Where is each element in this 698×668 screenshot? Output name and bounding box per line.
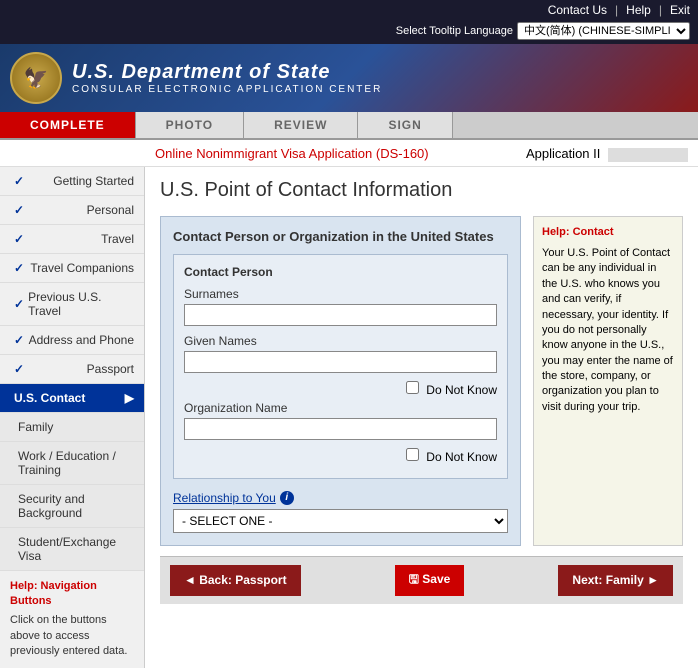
- site-header: 🦅 U.S. Department of State CONSULAR ELEC…: [0, 44, 698, 112]
- form-section-title: Contact Person or Organization in the Un…: [173, 229, 508, 244]
- sidebar-check-prev-travel: ✓: [14, 297, 24, 311]
- main-content: U.S. Point of Contact Information Contac…: [145, 167, 698, 668]
- given-names-label: Given Names: [184, 334, 497, 348]
- sidebar-check-travel-companions: ✓: [14, 261, 24, 275]
- surnames-label: Surnames: [184, 287, 497, 301]
- contact-person-title: Contact Person: [184, 265, 497, 279]
- bottom-nav: ◄ Back: Passport 🖫 Save Next: Family ►: [160, 556, 683, 604]
- do-not-know-row-1: Do Not Know: [184, 381, 497, 397]
- arrow-icon: ▶: [125, 391, 134, 405]
- sub-name: CONSULAR ELECTRONIC APPLICATION CENTER: [72, 84, 382, 95]
- help-box: Help: Contact Your U.S. Point of Contact…: [533, 216, 683, 546]
- sidebar: ✓ Getting Started ✓ Personal ✓ Travel ✓ …: [0, 167, 145, 668]
- app-title: Online Nonimmigrant Visa Application (DS…: [155, 146, 429, 161]
- org-name-input[interactable]: [184, 418, 497, 440]
- help-box-text: Your U.S. Point of Contact can be any in…: [542, 246, 674, 415]
- given-names-field-group: Given Names: [184, 334, 497, 373]
- help-box-title: Help: Contact: [542, 225, 674, 240]
- dept-name: U.S. Department of State: [72, 61, 382, 84]
- sidebar-item-us-contact[interactable]: U.S. Contact ▶: [0, 384, 144, 413]
- contact-us-link[interactable]: Contact Us: [548, 3, 607, 17]
- language-select[interactable]: 中文(简体) (CHINESE-SIMPLI: [517, 22, 690, 40]
- language-label: Select Tooltip Language: [396, 25, 513, 37]
- top-bar: Contact Us | Help | Exit: [0, 0, 698, 20]
- main-layout: ✓ Getting Started ✓ Personal ✓ Travel ✓ …: [0, 167, 698, 668]
- sidebar-item-work-education[interactable]: Work / Education / Training: [0, 442, 144, 485]
- separator-1: |: [615, 3, 618, 17]
- tab-sign[interactable]: SIGN: [358, 112, 452, 138]
- seal-icon: 🦅: [10, 52, 62, 104]
- sidebar-item-personal[interactable]: ✓ Personal: [0, 196, 144, 225]
- sidebar-item-student[interactable]: Student/Exchange Visa: [0, 528, 144, 571]
- app-id: Application II: [526, 146, 688, 162]
- org-name-label: Organization Name: [184, 401, 497, 415]
- app-id-value: [608, 148, 688, 162]
- given-names-input[interactable]: [184, 351, 497, 373]
- form-section: Contact Person or Organization in the Un…: [160, 216, 521, 546]
- sidebar-item-travel[interactable]: ✓ Travel: [0, 225, 144, 254]
- sidebar-item-family[interactable]: Family: [0, 413, 144, 442]
- do-not-know-label-2[interactable]: Do Not Know: [406, 450, 497, 464]
- sidebar-item-address[interactable]: ✓ Address and Phone: [0, 326, 144, 355]
- do-not-know-label-1[interactable]: Do Not Know: [406, 383, 497, 397]
- next-button[interactable]: Next: Family ►: [558, 565, 673, 596]
- sidebar-help: Help: Navigation Buttons Click on the bu…: [0, 571, 144, 668]
- separator-2: |: [659, 3, 662, 17]
- contact-person-box: Contact Person Surnames Given Names Do N…: [173, 254, 508, 479]
- relationship-label[interactable]: Relationship to You i: [173, 491, 508, 505]
- sidebar-check-passport: ✓: [14, 362, 24, 376]
- nav-tabs: COMPLETE PHOTO REVIEW SIGN: [0, 112, 698, 140]
- help-link[interactable]: Help: [626, 3, 651, 17]
- tab-photo[interactable]: PHOTO: [136, 112, 244, 138]
- sidebar-item-travel-companions[interactable]: ✓ Travel Companions: [0, 254, 144, 283]
- sidebar-help-title: Help: Navigation Buttons: [10, 579, 134, 610]
- do-not-know-row-2: Do Not Know: [184, 448, 497, 464]
- sidebar-check-address: ✓: [14, 333, 24, 347]
- form-outer: Contact Person or Organization in the Un…: [160, 216, 683, 546]
- app-header: Online Nonimmigrant Visa Application (DS…: [0, 140, 698, 167]
- sidebar-check-personal: ✓: [14, 203, 24, 217]
- sidebar-item-passport[interactable]: ✓ Passport: [0, 355, 144, 384]
- do-not-know-checkbox-1[interactable]: [406, 381, 419, 394]
- save-button[interactable]: 🖫 Save: [395, 565, 465, 596]
- sidebar-item-getting-started[interactable]: ✓ Getting Started: [0, 167, 144, 196]
- back-button[interactable]: ◄ Back: Passport: [170, 565, 301, 596]
- header-text: U.S. Department of State CONSULAR ELECTR…: [72, 61, 382, 95]
- org-name-field-group: Organization Name: [184, 401, 497, 440]
- page-title: U.S. Point of Contact Information: [160, 179, 683, 202]
- surnames-field-group: Surnames: [184, 287, 497, 326]
- relationship-select[interactable]: - SELECT ONE -: [173, 509, 508, 533]
- sidebar-check-getting-started: ✓: [14, 174, 24, 188]
- language-bar: Select Tooltip Language 中文(简体) (CHINESE-…: [0, 20, 698, 44]
- info-icon: i: [280, 491, 294, 505]
- sidebar-item-prev-travel[interactable]: ✓ Previous U.S. Travel: [0, 283, 144, 326]
- sidebar-help-text: Click on the buttons above to access pre…: [10, 613, 134, 659]
- do-not-know-checkbox-2[interactable]: [406, 448, 419, 461]
- exit-link[interactable]: Exit: [670, 3, 690, 17]
- surnames-input[interactable]: [184, 304, 497, 326]
- tab-review[interactable]: REVIEW: [244, 112, 358, 138]
- tab-complete[interactable]: COMPLETE: [0, 112, 136, 138]
- relationship-section: Relationship to You i - SELECT ONE -: [173, 491, 508, 533]
- sidebar-check-travel: ✓: [14, 232, 24, 246]
- sidebar-item-security[interactable]: Security and Background: [0, 485, 144, 528]
